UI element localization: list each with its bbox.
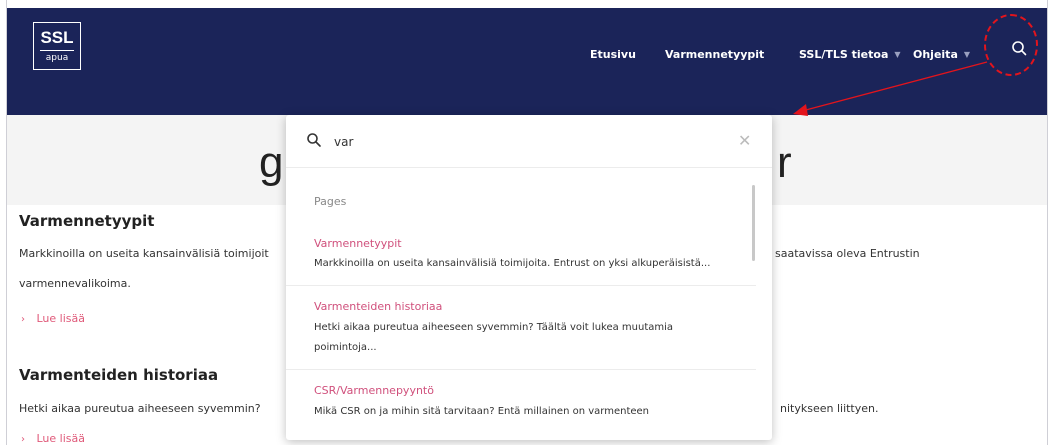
hero-title-right-fragment: r xyxy=(777,138,792,187)
browser-viewport: SSL apua Etusivu Varmennetyypit SSL/TLS … xyxy=(6,0,1048,445)
nav-ohjeita-label: Ohjeita xyxy=(913,47,958,61)
result-title: Varmenteiden historiaa xyxy=(314,300,443,313)
logo-text-ssl: SSL xyxy=(40,28,74,47)
section-text-line2: varmennevalikoima. xyxy=(19,277,131,290)
section-text-right: saatavissa oleva Entrustin xyxy=(775,247,920,260)
search-result-item[interactable]: Varmenteiden historiaa Hetki aikaa pureu… xyxy=(286,286,756,370)
nav-ohjeita[interactable]: Ohjeita ▼ xyxy=(913,44,970,64)
chevron-down-icon: ▼ xyxy=(894,49,901,59)
read-more-label: Lue lisää xyxy=(36,432,86,445)
read-more-link[interactable]: › Lue lisää xyxy=(21,432,85,445)
search-result-item[interactable]: Varmennetyypit Markkinoilla on useita ka… xyxy=(286,227,756,286)
result-description: Mikä CSR on ja mihin sitä tarvitaan? Ent… xyxy=(314,406,650,417)
read-more-label: Lue lisää xyxy=(36,312,86,325)
nav-ssl-tls-tietoa[interactable]: SSL/TLS tietoa ▼ xyxy=(799,44,901,64)
result-description-line2: poimintoja... xyxy=(314,342,377,353)
section-title: Varmennetyypit xyxy=(19,212,155,230)
result-description: Markkinoilla on useita kansainvälisiä to… xyxy=(314,258,711,269)
section-text: Markkinoilla on useita kansainvälisiä to… xyxy=(19,247,269,260)
section-text: Hetki aikaa pureutua aiheeseen syvemmin? xyxy=(19,402,261,415)
logo-text-apua: apua xyxy=(45,53,69,63)
result-description-line1: Hetki aikaa pureutua aiheeseen syvemmin?… xyxy=(314,322,674,333)
chevron-right-icon: › xyxy=(21,314,25,325)
hero-title-left-fragment: g xyxy=(259,138,284,187)
search-dropdown-panel: ✕ Pages Varmennetyypit Markkinoilla on u… xyxy=(286,115,772,440)
results-group-label: Pages xyxy=(314,195,347,208)
result-title: CSR/Varmennepyyntö xyxy=(314,384,434,397)
nav-etusivu-label: Etusivu xyxy=(590,47,636,61)
site-header: SSL apua Etusivu Varmennetyypit SSL/TLS … xyxy=(7,8,1047,115)
results-scrollbar[interactable] xyxy=(752,185,755,261)
nav-etusivu[interactable]: Etusivu xyxy=(590,44,636,64)
nav-varmennetyypit[interactable]: Varmennetyypit xyxy=(665,44,764,64)
result-title: Varmennetyypit xyxy=(314,237,402,250)
annotation-dashed-circle xyxy=(984,14,1038,76)
search-input[interactable] xyxy=(332,131,716,153)
search-row: ✕ xyxy=(286,115,772,168)
nav-varmennetyypit-label: Varmennetyypit xyxy=(665,47,765,61)
site-logo[interactable]: SSL apua xyxy=(33,22,81,70)
chevron-down-icon: ▼ xyxy=(963,49,971,59)
nav-ssl-tls-tietoa-label: SSL/TLS tietoa xyxy=(799,47,889,61)
search-icon xyxy=(307,133,321,147)
logo-divider xyxy=(40,50,74,51)
close-icon[interactable]: ✕ xyxy=(738,131,751,150)
search-result-item[interactable]: CSR/Varmennepyyntö Mikä CSR on ja mihin … xyxy=(286,370,756,440)
section-title: Varmenteiden historiaa xyxy=(19,366,219,384)
read-more-link[interactable]: › Lue lisää xyxy=(21,312,85,325)
section-text-right: nitykseen liittyen. xyxy=(780,402,879,415)
chevron-right-icon: › xyxy=(21,434,25,445)
